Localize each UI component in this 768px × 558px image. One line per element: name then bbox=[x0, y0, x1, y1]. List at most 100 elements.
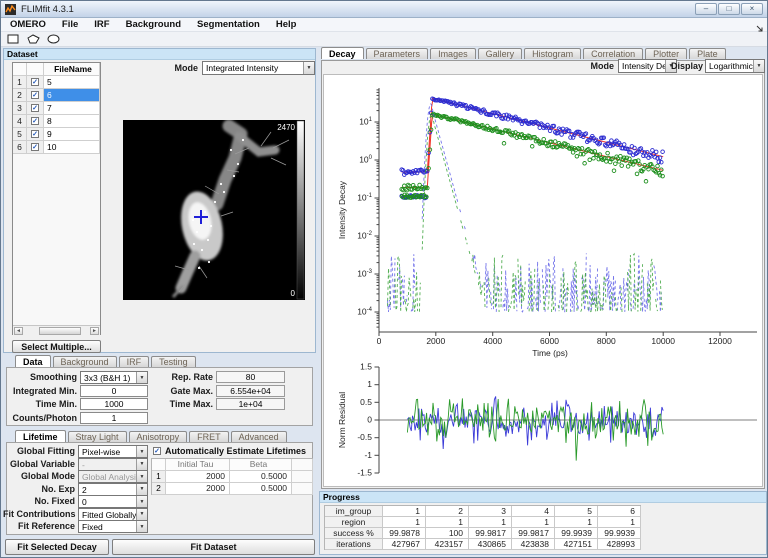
field-global-mode-value: Global Analysis bbox=[79, 471, 136, 482]
initial-tau-header: Initial Tau bbox=[166, 459, 230, 471]
menu-help[interactable]: Help bbox=[276, 19, 297, 30]
irf-channel-1-line bbox=[388, 104, 662, 312]
svg-text:0: 0 bbox=[377, 336, 382, 346]
tab-plotter[interactable]: Plotter bbox=[645, 48, 687, 59]
tab-images[interactable]: Images bbox=[430, 48, 476, 59]
file-table-row[interactable]: 4✓8 bbox=[13, 115, 100, 128]
file-table-row[interactable]: 6✓10 bbox=[13, 141, 100, 154]
svg-text:8000: 8000 bbox=[597, 336, 616, 346]
field-global-mode[interactable]: Global Analysis▼ bbox=[78, 470, 148, 483]
field-time-min[interactable]: 1000 bbox=[80, 398, 148, 410]
tab-data[interactable]: Data bbox=[15, 355, 51, 367]
file-checkbox[interactable]: ✓ bbox=[27, 115, 44, 128]
filename-cell[interactable]: 6 bbox=[44, 89, 100, 102]
fit-dataset-button[interactable]: Fit Dataset bbox=[112, 539, 315, 555]
fit-selected-decay-button[interactable]: Fit Selected Decay bbox=[5, 539, 109, 555]
scroll-left-icon[interactable]: ◄ bbox=[14, 327, 23, 335]
file-table-row[interactable]: 5✓9 bbox=[13, 128, 100, 141]
row-number-cell: 5 bbox=[13, 128, 27, 141]
tab-decay[interactable]: Decay bbox=[321, 47, 364, 59]
file-table-row[interactable]: 1✓5 bbox=[13, 76, 100, 89]
menu-file[interactable]: File bbox=[62, 19, 78, 30]
beta-cell[interactable]: 0.5000 bbox=[230, 471, 292, 483]
filename-cell[interactable]: 9 bbox=[44, 128, 100, 141]
menu-segmentation[interactable]: Segmentation bbox=[197, 19, 260, 30]
field-no-fixed[interactable]: 0▼ bbox=[78, 495, 148, 508]
progress-value-cell: 99.9939 bbox=[598, 528, 641, 539]
plot-display-dropdown[interactable]: Logarithmic ▼ bbox=[705, 59, 765, 73]
field-counts-photon[interactable]: 1 bbox=[80, 412, 148, 424]
checkbox-check-icon: ✓ bbox=[31, 104, 39, 112]
rectangle-roi-tool[interactable] bbox=[5, 33, 21, 45]
progress-value-cell: 100 bbox=[426, 528, 469, 539]
intensity-image[interactable]: 24700 bbox=[123, 120, 305, 300]
field-fit-reference[interactable]: Fixed▼ bbox=[78, 520, 148, 533]
ellipse-roi-tool[interactable] bbox=[45, 33, 61, 45]
tab-parameters[interactable]: Parameters bbox=[366, 48, 429, 59]
row-number-cell: 6 bbox=[13, 141, 27, 154]
progress-value-cell: 3 bbox=[469, 506, 512, 517]
field-smoothing-value: 3x3 (B&H 1) bbox=[81, 372, 136, 383]
tab-irf[interactable]: IRF bbox=[119, 356, 150, 367]
file-table-hscrollbar[interactable]: ◄ ► bbox=[13, 325, 100, 335]
filename-cell[interactable]: 8 bbox=[44, 115, 100, 128]
tab-background[interactable]: Background bbox=[53, 356, 117, 367]
field-label-counts-photon: Counts/Photon bbox=[3, 413, 77, 424]
title-bar: FLIMfit 4.3.1 – □ × bbox=[1, 1, 767, 18]
minimize-button[interactable]: – bbox=[695, 3, 717, 15]
initial-tau-cell[interactable]: 2000 bbox=[166, 483, 230, 495]
tab-fret[interactable]: FRET bbox=[189, 431, 229, 442]
progress-value-cell: 428993 bbox=[598, 539, 641, 550]
tab-advanced[interactable]: Advanced bbox=[231, 431, 287, 442]
scroll-right-icon[interactable]: ► bbox=[90, 327, 99, 335]
file-checkbox[interactable]: ✓ bbox=[27, 141, 44, 154]
field-fit-contributions[interactable]: Fitted Globally▼ bbox=[78, 508, 148, 521]
file-checkbox[interactable]: ✓ bbox=[27, 128, 44, 141]
file-checkbox[interactable]: ✓ bbox=[27, 76, 44, 89]
field-integrated-min[interactable]: 0 bbox=[80, 385, 148, 397]
file-table-row[interactable]: 3 ✓ 7 bbox=[13, 102, 100, 115]
tab-histogram[interactable]: Histogram bbox=[524, 48, 581, 59]
plot-mode-dropdown[interactable]: Intensity Decay ▼ bbox=[618, 59, 677, 73]
file-checkbox[interactable]: ✓ bbox=[27, 89, 44, 102]
filename-cell[interactable]: 10 bbox=[44, 141, 100, 154]
tab-lifetime[interactable]: Lifetime bbox=[15, 430, 66, 442]
progress-value-cell: 4 bbox=[512, 506, 555, 517]
tab-gallery[interactable]: Gallery bbox=[478, 48, 523, 59]
scroll-thumb[interactable] bbox=[39, 327, 81, 335]
window-title: FLIMfit 4.3.1 bbox=[21, 4, 74, 15]
file-table: FileName1✓52✓63✓74✓85✓96✓10 bbox=[12, 62, 101, 335]
menu-background[interactable]: Background bbox=[126, 19, 181, 30]
filename-cell[interactable]: 5 bbox=[44, 76, 100, 89]
auto-estimate-checkbox[interactable]: ✓ Automatically Estimate Lifetimes bbox=[153, 446, 306, 456]
field-global-variable[interactable]: -▼ bbox=[78, 458, 148, 471]
progress-value-cell: 99.9817 bbox=[469, 528, 512, 539]
close-button[interactable]: × bbox=[741, 3, 763, 15]
menu-omero[interactable]: OMERO bbox=[10, 19, 46, 30]
dataset-mode-dropdown[interactable]: Integrated Intensity ▼ bbox=[202, 61, 315, 75]
field-label-global-mode: Global Mode bbox=[3, 471, 75, 482]
field-no-exp[interactable]: 2▼ bbox=[78, 483, 148, 496]
tab-plate[interactable]: Plate bbox=[689, 48, 726, 59]
field-label-smoothing: Smoothing bbox=[3, 372, 77, 383]
row-number-cell: 3 bbox=[13, 102, 27, 115]
menu-irf[interactable]: IRF bbox=[94, 19, 109, 30]
beta-cell[interactable]: 0.5000 bbox=[230, 483, 292, 495]
checkbox-check-icon: ✓ bbox=[31, 117, 39, 125]
tab-correlation[interactable]: Correlation bbox=[583, 48, 643, 59]
initial-tau-cell[interactable]: 2000 bbox=[166, 471, 230, 483]
file-checkbox[interactable]: ✓ bbox=[27, 102, 44, 115]
progress-value-cell: 423157 bbox=[426, 539, 469, 550]
app-icon bbox=[4, 3, 17, 15]
filename-cell[interactable]: 7 bbox=[44, 102, 100, 115]
polygon-roi-tool[interactable] bbox=[25, 33, 41, 45]
maximize-button[interactable]: □ bbox=[718, 3, 740, 15]
select-multiple-button[interactable]: Select Multiple... bbox=[12, 340, 101, 353]
field-global-fitting[interactable]: Pixel-wise▼ bbox=[78, 445, 148, 458]
field-smoothing[interactable]: 3x3 (B&H 1)▼ bbox=[80, 371, 148, 384]
row-number-cell: 1 bbox=[13, 76, 27, 89]
tab-anisotropy[interactable]: Anisotropy bbox=[129, 431, 188, 442]
tab-stray-light[interactable]: Stray Light bbox=[68, 431, 127, 442]
tab-testing[interactable]: Testing bbox=[151, 356, 196, 367]
file-table-row[interactable]: 2✓6 bbox=[13, 89, 100, 102]
